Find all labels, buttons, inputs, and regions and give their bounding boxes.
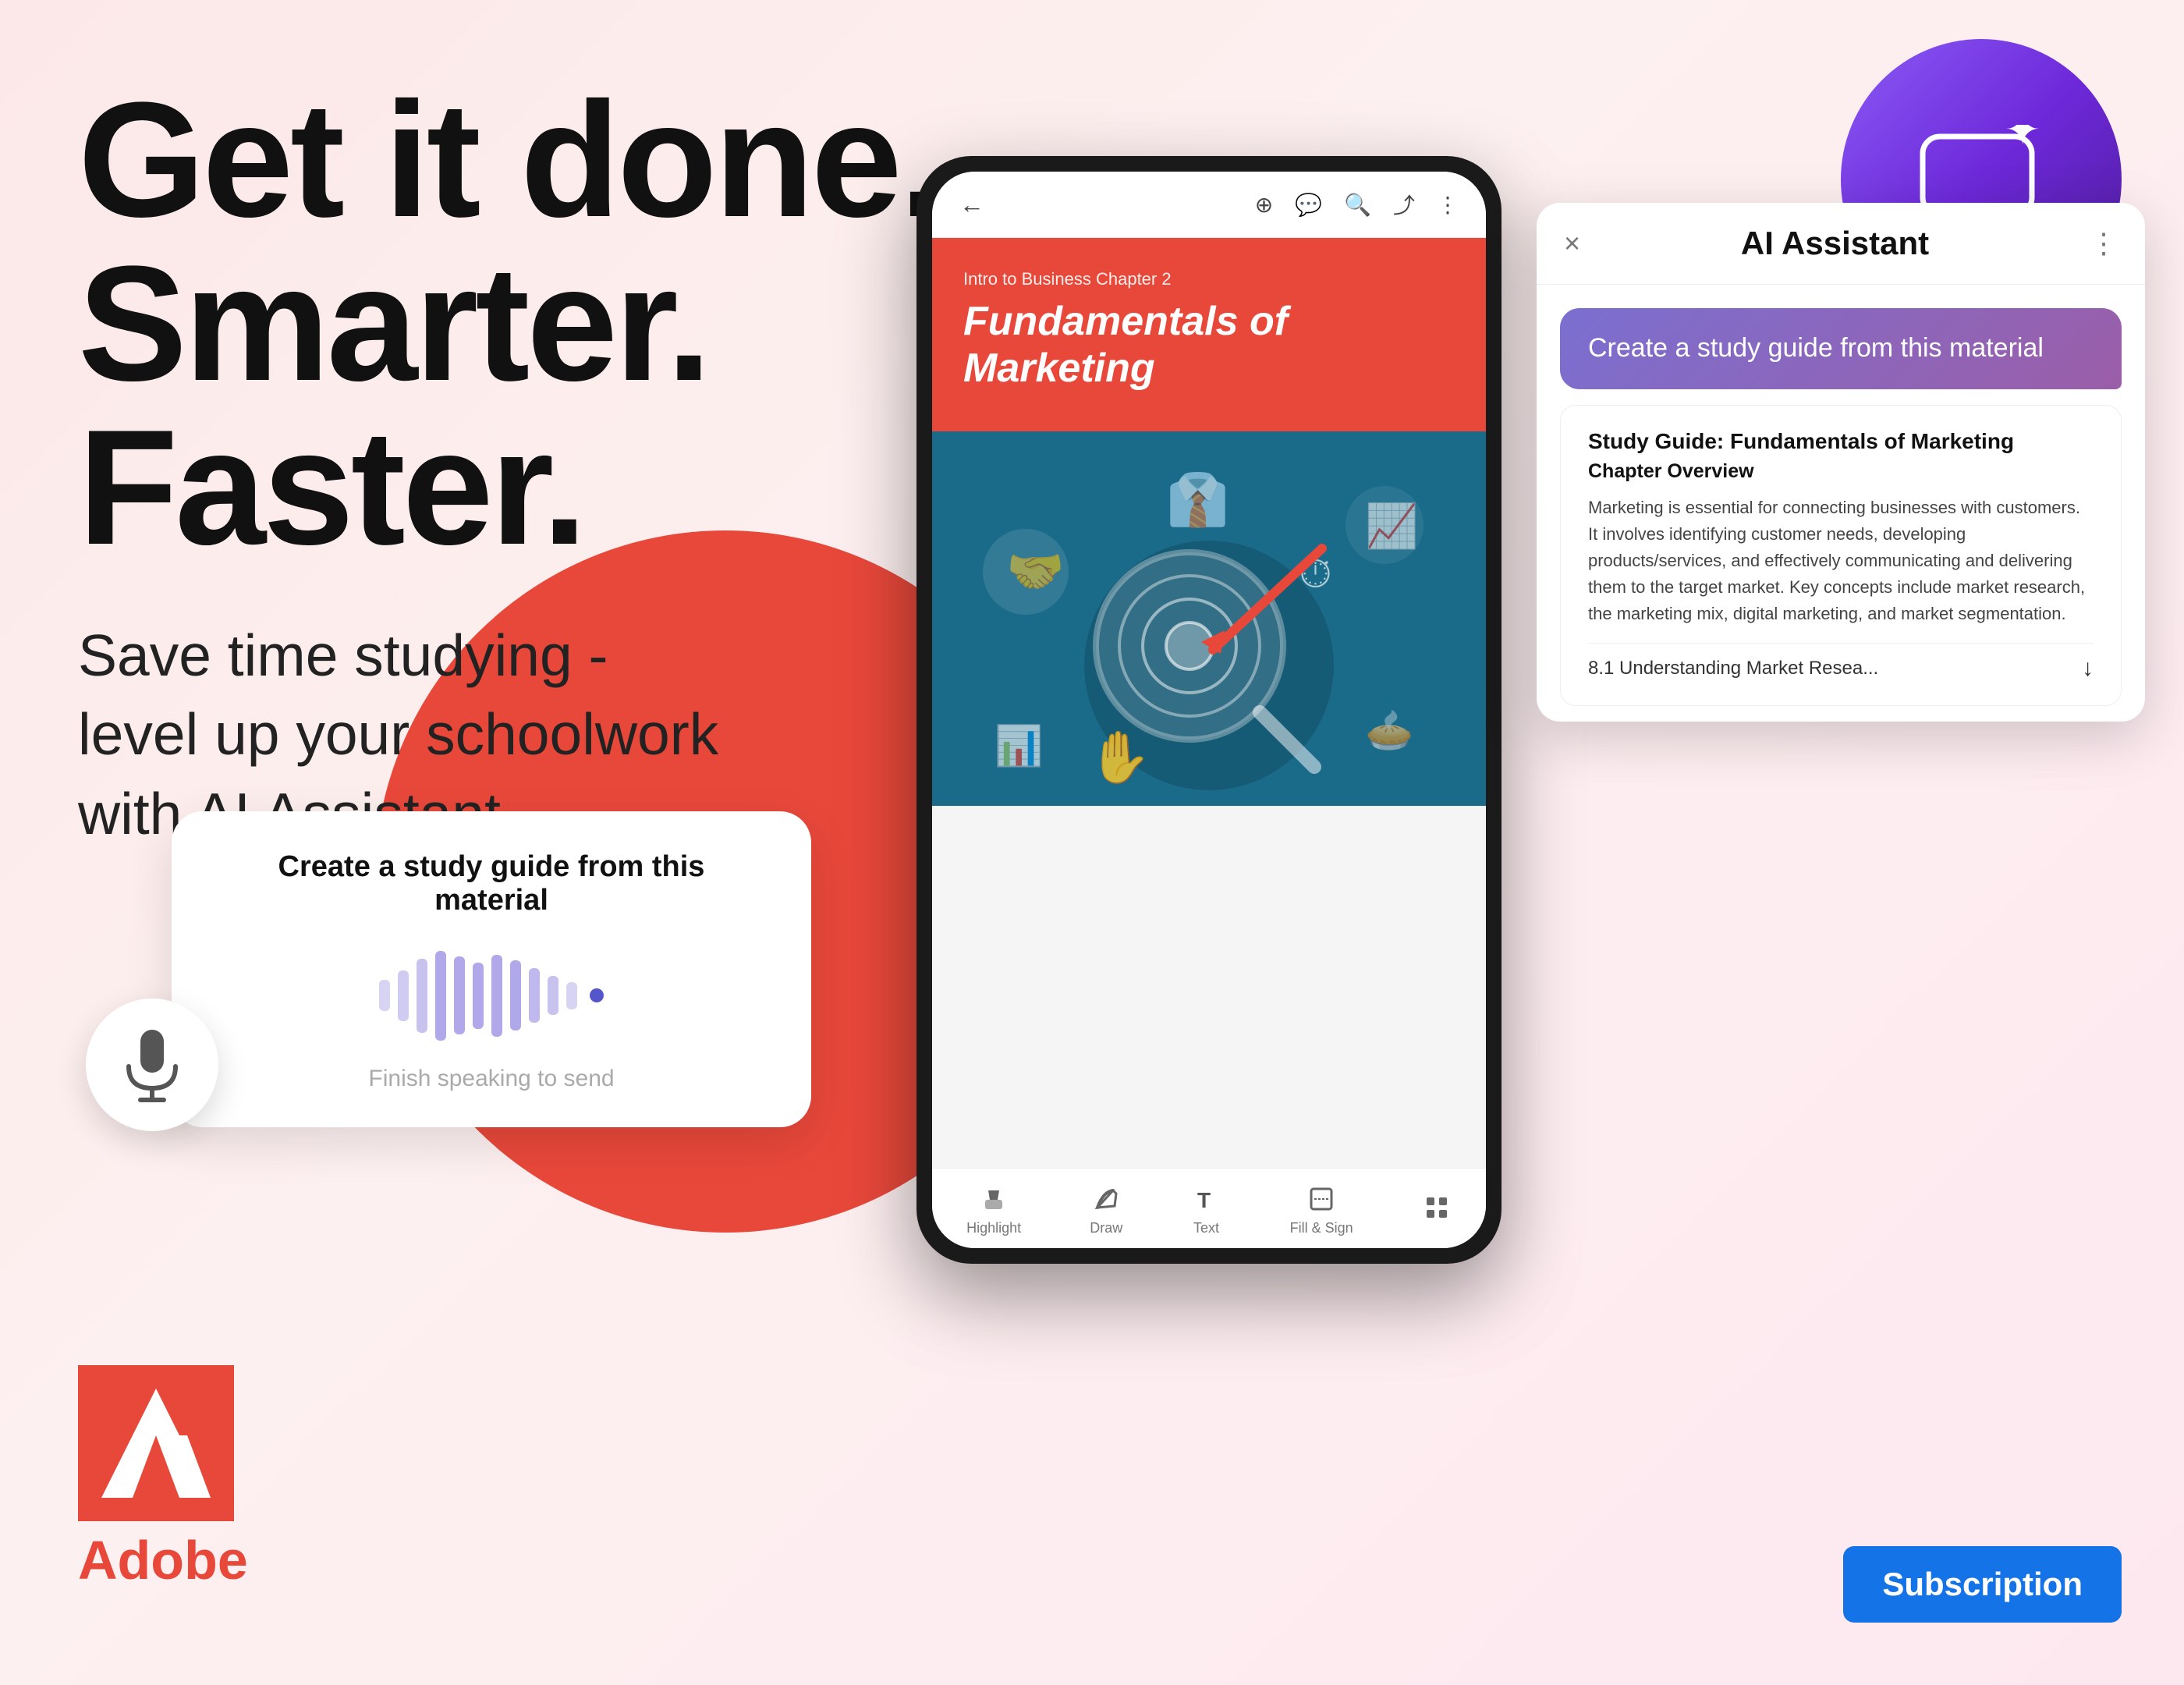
voice-card: Create a study guide from this material … xyxy=(172,811,811,1127)
adobe-logo-icon xyxy=(78,1365,234,1521)
wave-bar xyxy=(529,968,540,1023)
svg-text:👔: 👔 xyxy=(1166,471,1229,529)
ai-panel-header: × AI Assistant ⋮ xyxy=(1537,203,2145,285)
svg-text:🤝: 🤝 xyxy=(1006,545,1065,598)
phone-bottom-toolbar: Highlight Draw T Text xyxy=(932,1168,1486,1248)
document-header: Intro to Business Chapter 2 Fundamentals… xyxy=(932,238,1486,431)
user-message-bubble: Create a study guide from this material xyxy=(1560,308,2122,389)
text-tool[interactable]: T Text xyxy=(1191,1184,1221,1236)
draw-tool[interactable]: Draw xyxy=(1090,1184,1122,1236)
wave-bar xyxy=(417,959,427,1033)
wave-bar xyxy=(491,955,502,1037)
more-icon[interactable]: ⋮ xyxy=(1437,192,1459,218)
wave-bar xyxy=(435,951,446,1041)
highlight-tool[interactable]: Highlight xyxy=(966,1184,1021,1236)
share-icon[interactable]: ⤴ xyxy=(1393,189,1415,220)
highlight-icon xyxy=(979,1184,1009,1214)
sg-arrow-icon: ↓ xyxy=(2082,655,2094,682)
fill-sign-tool[interactable]: Fill & Sign xyxy=(1290,1184,1353,1236)
grid-icon xyxy=(1422,1193,1452,1222)
wave-bar xyxy=(473,963,484,1029)
sg-chapter-title: Chapter Overview xyxy=(1588,460,2094,483)
fill-sign-icon xyxy=(1306,1184,1336,1214)
layers-icon[interactable]: ⊕ xyxy=(1255,192,1273,218)
text-icon: T xyxy=(1191,1184,1221,1214)
text-label: Text xyxy=(1193,1220,1219,1236)
back-icon[interactable]: ← xyxy=(959,190,984,219)
phone-mockup: ← ⊕ 💬 🔍 ⤴ ⋮ Intro to Business Chapter 2 … xyxy=(858,156,1560,1264)
highlight-label: Highlight xyxy=(966,1220,1021,1236)
ai-assistant-panel: × AI Assistant ⋮ Create a study guide fr… xyxy=(1537,203,2145,722)
voice-card-title: Create a study guide from this material xyxy=(218,850,764,917)
study-guide-response: Study Guide: Fundamentals of Marketing C… xyxy=(1560,405,2122,706)
ai-panel-close-button[interactable]: × xyxy=(1564,227,1580,260)
waveform-visualization xyxy=(218,949,764,1042)
mic-button[interactable] xyxy=(86,999,218,1131)
doc-title: Fundamentals of Marketing xyxy=(963,299,1455,392)
subscription-badge[interactable]: Subscription xyxy=(1843,1546,2122,1623)
wave-bar xyxy=(454,956,465,1034)
wave-dot xyxy=(590,988,604,1002)
ai-panel-more-button[interactable]: ⋮ xyxy=(2090,227,2118,260)
phone-topbar: ← ⊕ 💬 🔍 ⤴ ⋮ xyxy=(932,172,1486,238)
comment-icon[interactable]: 💬 xyxy=(1295,192,1322,218)
search-icon[interactable]: 🔍 xyxy=(1344,192,1371,218)
sg-section-text: 8.1 Understanding Market Resea... xyxy=(1588,658,1878,679)
wave-bar xyxy=(548,976,558,1015)
svg-text:T: T xyxy=(1197,1188,1211,1212)
svg-text:🥧: 🥧 xyxy=(1365,708,1413,752)
draw-icon xyxy=(1091,1184,1121,1214)
draw-label: Draw xyxy=(1090,1220,1122,1236)
adobe-branding: Adobe xyxy=(78,1365,248,1591)
sg-body-text: Marketing is essential for connecting bu… xyxy=(1588,495,2094,627)
wave-bar xyxy=(379,980,390,1011)
svg-text:✋: ✋ xyxy=(1088,729,1151,786)
phone-screen: ← ⊕ 💬 🔍 ⤴ ⋮ Intro to Business Chapter 2 … xyxy=(932,172,1486,1248)
wave-bar xyxy=(510,960,521,1031)
document-illustration: 🤝 📈 👔 ⏱ xyxy=(932,431,1486,806)
svg-text:📊: 📊 xyxy=(994,723,1043,768)
adobe-text: Adobe xyxy=(78,1529,248,1591)
sg-section-link[interactable]: 8.1 Understanding Market Resea... ↓ xyxy=(1588,643,2094,682)
svg-text:📈: 📈 xyxy=(1365,502,1418,551)
grid-tool[interactable] xyxy=(1422,1193,1452,1229)
svg-text:✦: ✦ xyxy=(2005,125,2040,154)
doc-subtitle: Intro to Business Chapter 2 xyxy=(963,269,1455,289)
wave-bar xyxy=(398,970,409,1021)
voice-hint: Finish speaking to send xyxy=(218,1066,764,1092)
document-image-area: 🤝 📈 👔 ⏱ xyxy=(932,431,1486,806)
ai-panel-title: AI Assistant xyxy=(1741,225,1929,262)
phone-frame: ← ⊕ 💬 🔍 ⤴ ⋮ Intro to Business Chapter 2 … xyxy=(916,156,1502,1264)
mic-icon xyxy=(121,1026,183,1104)
phone-topbar-icons: ⊕ 💬 🔍 ⤴ ⋮ xyxy=(1255,189,1459,220)
sg-title: Study Guide: Fundamentals of Marketing xyxy=(1588,429,2094,454)
wave-bar xyxy=(566,982,577,1009)
fill-sign-label: Fill & Sign xyxy=(1290,1220,1353,1236)
